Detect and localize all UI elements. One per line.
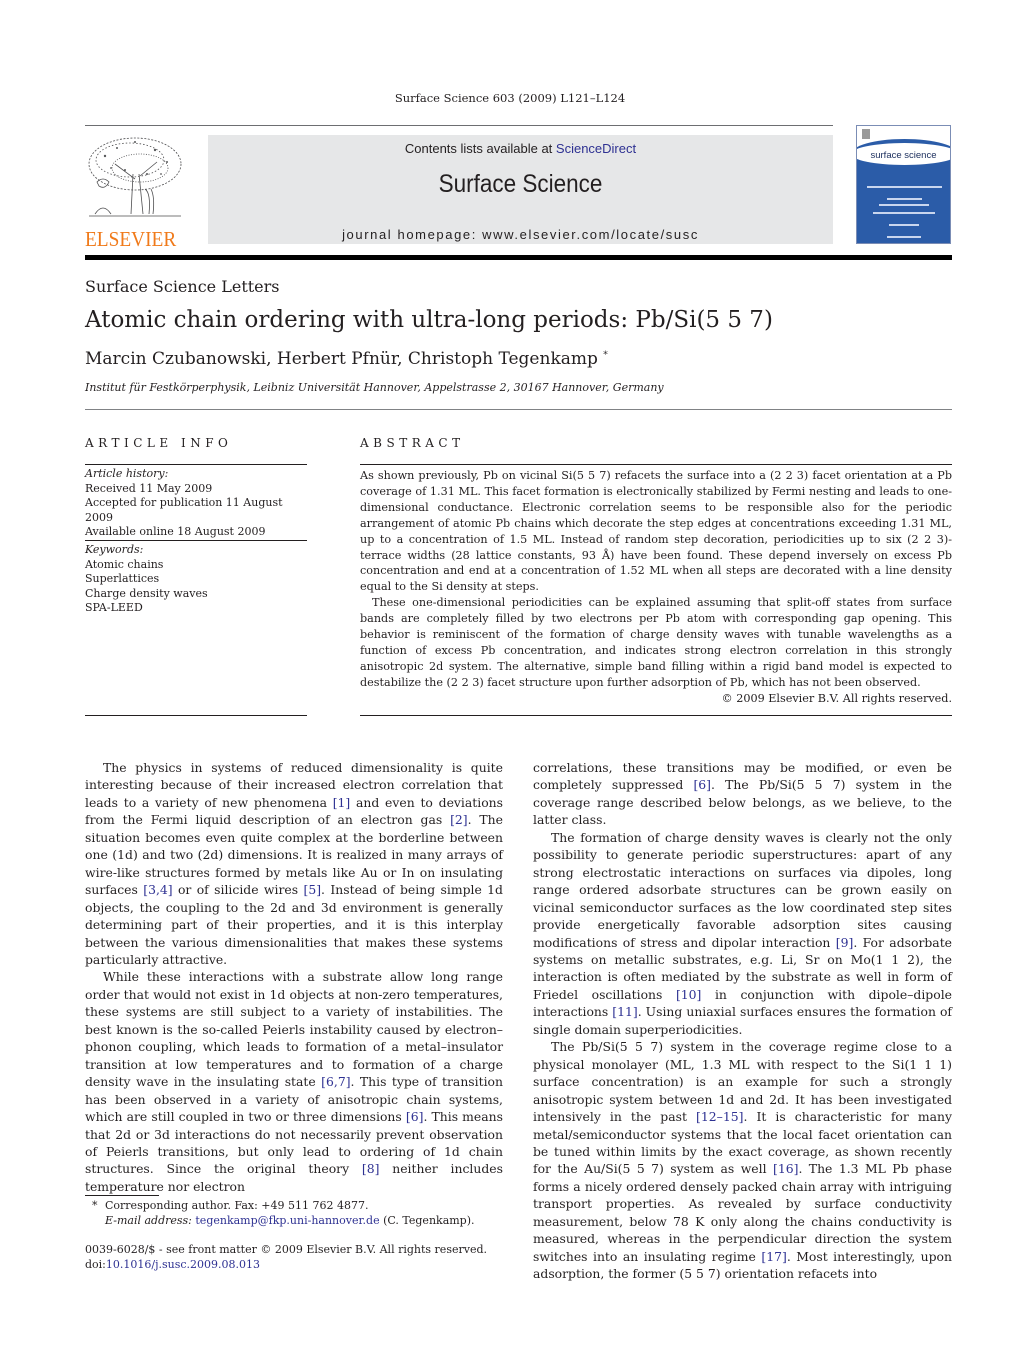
keyword-item: Charge density waves [85,586,208,600]
divider [85,464,307,465]
article-info-heading: ARTICLE INFO [85,436,233,450]
author-email-link[interactable]: tegenkamp@fkp.uni-hannover.de [195,1214,379,1227]
footnote-mark: * [92,1199,98,1212]
contents-availability: Contents lists available at ScienceDirec… [208,141,833,156]
affiliation: Institut für Festkörperphysik, Leibniz U… [85,381,664,394]
body-text: or of silicide wires [172,882,304,898]
body-column-right: correlations, these transitions may be m… [533,759,952,1283]
cover-text-line [887,236,921,238]
abstract-body: As shown previously, Pb on vicinal Si(5 … [360,468,952,707]
divider [85,540,307,541]
divider [85,715,307,716]
body-text: The formation of charge density waves is… [533,829,952,950]
author-list: Marcin Czubanowski, Herbert Pfnür, Chris… [85,349,608,369]
citation-link[interactable]: [8] [362,1161,380,1176]
citation-link[interactable]: [10] [676,987,701,1002]
journal-homepage[interactable]: journal homepage: www.elsevier.com/locat… [208,227,833,242]
journal-cover-thumbnail[interactable]: surface science [856,125,951,244]
abstract-copyright: © 2009 Elsevier B.V. All rights reserved… [721,691,952,705]
citation-link[interactable]: [5] [303,882,321,897]
citation-link[interactable]: [1] [333,795,351,810]
citation-link[interactable]: [11] [612,1004,637,1019]
doi-prefix: doi: [85,1257,106,1271]
journal-citation: Surface Science 603 (2009) L121–L124 [394,91,626,105]
citation-link[interactable]: [2] [450,812,468,827]
body-text: While these interactions with a substrat… [85,969,503,1090]
cover-text-line [889,224,919,226]
keyword-item: SPA-LEED [85,601,143,614]
email-label: E-mail address: [105,1213,192,1227]
front-matter: 0039-6028/$ - see front matter © 2009 El… [85,1243,505,1272]
history-item: Received 11 May 2009 [85,481,213,495]
history-label: Article history: [85,467,169,480]
article-title: Atomic chain ordering with ultra-long pe… [85,307,773,333]
header-thick-rule [85,255,952,260]
abstract-paragraph: As shown previously, Pb on vicinal Si(5 … [360,469,952,594]
body-paragraph: The formation of charge density waves is… [533,829,952,1038]
cover-text-line [867,186,942,188]
citation-link[interactable]: [12–15] [696,1109,743,1124]
body-paragraph: The physics in systems of reduced dimens… [85,759,503,968]
keyword-item: Superlattices [85,572,160,585]
keywords-label: Keywords: [85,543,144,556]
body-paragraph: While these interactions with a substrat… [85,968,503,1195]
elsevier-wordmark: ELSEVIER [85,227,177,251]
header-divider [85,125,833,126]
history-item: Accepted for publication 11 August 2009 [85,496,283,524]
cover-text-line [887,198,922,200]
citation-link[interactable]: [6] [406,1109,424,1124]
corresponding-author-mark[interactable]: * [603,350,608,360]
sciencedirect-link[interactable]: ScienceDirect [556,141,636,156]
authors: Marcin Czubanowski, Herbert Pfnür, Chris… [85,349,598,369]
footnote-text: Corresponding author. Fax: +49 511 762 4… [105,1199,369,1212]
footnote: * Corresponding author. Fax: +49 511 762… [85,1199,505,1228]
citation-link[interactable]: [16] [773,1161,798,1176]
elsevier-logo[interactable]: ELSEVIER [85,134,185,250]
citation-link[interactable]: [6] [693,777,711,792]
citation-link[interactable]: [9] [836,935,854,950]
article-history: Article history: Received 11 May 2009 Ac… [85,467,307,540]
divider [360,715,952,716]
citation-link[interactable]: [17] [761,1249,786,1264]
divider [85,409,952,410]
cover-elsevier-mark-icon [862,129,870,139]
citation-link[interactable]: [3,4] [143,882,172,897]
journal-title: Surface Science [438,170,603,198]
cover-title: surface science [870,150,937,161]
cover-text-line [873,212,935,214]
journal-masthead: Contents lists available at ScienceDirec… [208,135,833,244]
issn-copyright: 0039-6028/$ - see front matter © 2009 El… [85,1243,487,1256]
contents-prefix: Contents lists available at [404,141,556,156]
keywords: Keywords: Atomic chains Superlattices Ch… [85,543,307,616]
body-paragraph: The Pb/Si(5 5 7) system in the coverage … [533,1038,952,1282]
history-item: Available online 18 August 2009 [85,525,266,538]
doi-link[interactable]: 10.1016/j.susc.2009.08.013 [106,1258,260,1271]
footnote-rule [85,1195,159,1196]
email-suffix: (C. Tegenkamp). [379,1213,475,1227]
cover-text-line [879,204,929,206]
citation-link[interactable]: [6,7] [321,1074,350,1089]
section-label: Surface Science Letters [85,277,280,296]
elsevier-tree-icon [88,137,182,217]
body-paragraph: correlations, these transitions may be m… [533,759,952,829]
divider [360,464,952,465]
keyword-item: Atomic chains [85,557,164,571]
abstract-paragraph: These one-dimensional periodicities can … [360,596,952,689]
body-column-left: The physics in systems of reduced dimens… [85,759,503,1195]
abstract-heading: ABSTRACT [360,436,465,450]
